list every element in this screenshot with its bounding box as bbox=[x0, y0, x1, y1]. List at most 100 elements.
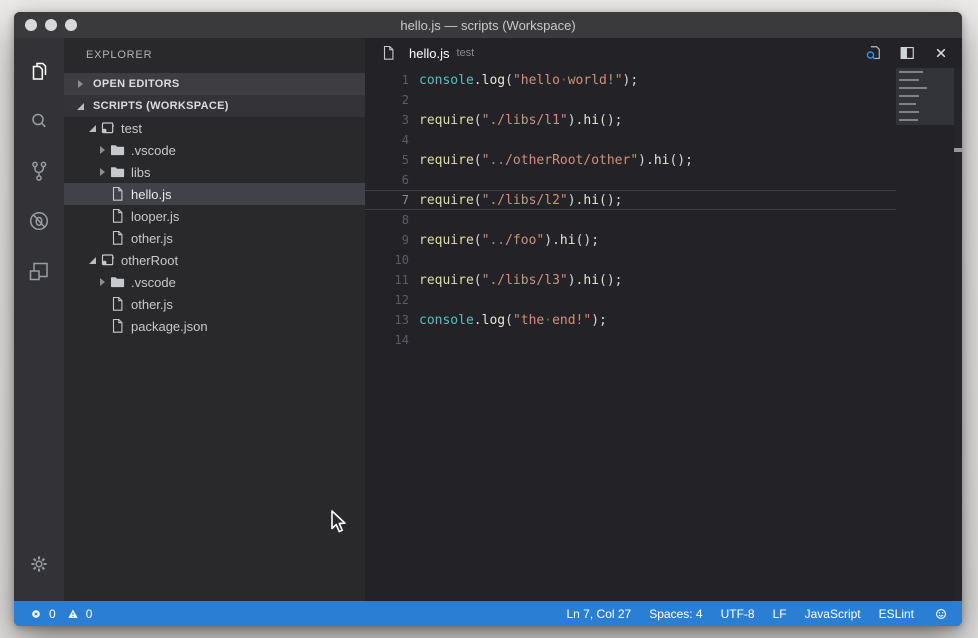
code-line-13[interactable]: 13console.log("the·end!"); bbox=[365, 310, 896, 330]
files-activity-item[interactable] bbox=[14, 46, 64, 96]
tab-hello-js[interactable]: hello.js test bbox=[365, 38, 486, 68]
status-encoding[interactable]: UTF-8 bbox=[721, 607, 755, 621]
code-editor[interactable]: 1console.log("hello·world!");23require("… bbox=[365, 68, 962, 601]
code-line-8[interactable]: 8 bbox=[365, 210, 896, 230]
scrollbar-handle[interactable] bbox=[954, 148, 962, 152]
minimap[interactable] bbox=[896, 68, 954, 601]
code-line-6[interactable]: 6 bbox=[365, 170, 896, 190]
status-bar: 0 0 Ln 7, Col 27 Spaces: 4 UTF-8 LF JavaScri… bbox=[14, 601, 962, 626]
code-line-11[interactable]: 11require("./libs/l3").hi(); bbox=[365, 270, 896, 290]
source-control-icon bbox=[27, 159, 51, 183]
zoom-window-button[interactable] bbox=[65, 19, 77, 31]
code-line-5[interactable]: 5require("../otherRoot/other").hi(); bbox=[365, 150, 896, 170]
open-editors-section-header[interactable]: OPEN EDITORS bbox=[64, 73, 365, 95]
search-activity-item[interactable] bbox=[14, 96, 64, 146]
file-icon bbox=[109, 186, 126, 202]
code-line-1[interactable]: 1console.log("hello·world!"); bbox=[365, 70, 896, 90]
code-text: require("./libs/l1").hi(); bbox=[419, 113, 623, 128]
tree-item-label: package.json bbox=[131, 319, 208, 334]
workspace-section-header[interactable]: SCRIPTS (WORKSPACE) bbox=[64, 95, 365, 117]
extensions-activity-item[interactable] bbox=[14, 246, 64, 296]
chevron-expanded-icon bbox=[85, 125, 99, 132]
status-eol[interactable]: LF bbox=[773, 607, 787, 621]
code-line-7[interactable]: 7require("./libs/l2").hi(); bbox=[365, 190, 896, 210]
vscode-window: hello.js — scripts (Workspace) EXPLORER … bbox=[14, 12, 962, 626]
window-controls bbox=[25, 12, 77, 38]
tree-item-other.js[interactable]: other.js bbox=[64, 293, 365, 315]
minimize-window-button[interactable] bbox=[45, 19, 57, 31]
line-number: 6 bbox=[365, 173, 419, 187]
tree-item-.vscode[interactable]: .vscode bbox=[64, 139, 365, 161]
minimap-line bbox=[899, 95, 919, 97]
split-editor-button[interactable] bbox=[894, 41, 920, 65]
code-line-4[interactable]: 4 bbox=[365, 130, 896, 150]
file-icon bbox=[109, 230, 126, 246]
root-folder-icon bbox=[99, 120, 116, 136]
tree-item-hello.js[interactable]: hello.js bbox=[64, 183, 365, 205]
warning-count: 0 bbox=[86, 607, 93, 621]
problems-indicator[interactable]: 0 0 bbox=[28, 606, 92, 622]
tree-item-test[interactable]: test bbox=[64, 117, 365, 139]
tab-title: hello.js bbox=[409, 46, 449, 61]
find-doc-button[interactable] bbox=[860, 41, 886, 65]
tree-item-label: other.js bbox=[131, 231, 173, 246]
minimap-slider[interactable] bbox=[896, 68, 954, 125]
tree-item-otherRoot[interactable]: otherRoot bbox=[64, 249, 365, 271]
tree-item-package.json[interactable]: package.json bbox=[64, 315, 365, 337]
tree-item-label: test bbox=[121, 121, 142, 136]
open-editors-label: OPEN EDITORS bbox=[93, 78, 180, 90]
status-indentation[interactable]: Spaces: 4 bbox=[649, 607, 702, 621]
code-line-2[interactable]: 2 bbox=[365, 90, 896, 110]
line-number: 13 bbox=[365, 313, 419, 327]
folder-icon bbox=[109, 142, 126, 158]
debug-disabled-activity-item[interactable] bbox=[14, 196, 64, 246]
code-line-14[interactable]: 14 bbox=[365, 330, 896, 350]
status-language-mode[interactable]: JavaScript bbox=[805, 607, 861, 621]
tree-item-label: .vscode bbox=[131, 143, 176, 158]
files-icon bbox=[27, 59, 51, 83]
line-number: 8 bbox=[365, 213, 419, 227]
tree-item-looper.js[interactable]: looper.js bbox=[64, 205, 365, 227]
folder-icon bbox=[109, 164, 126, 180]
file-icon bbox=[109, 318, 126, 334]
status-eslint[interactable]: ESLint bbox=[879, 607, 914, 621]
code-text: require("./libs/l2").hi(); bbox=[419, 193, 623, 208]
minimap-line bbox=[899, 103, 916, 105]
code-text: require("../otherRoot/other").hi(); bbox=[419, 153, 693, 168]
tree-item-.vscode[interactable]: .vscode bbox=[64, 271, 365, 293]
split-editor-icon bbox=[897, 43, 917, 63]
code-line-3[interactable]: 3require("./libs/l1").hi(); bbox=[365, 110, 896, 130]
settings-gear-button[interactable] bbox=[14, 539, 64, 589]
window-title: hello.js — scripts (Workspace) bbox=[14, 18, 962, 33]
warning-icon bbox=[65, 606, 81, 622]
editor-scrollbar[interactable] bbox=[954, 68, 962, 601]
tree-item-label: otherRoot bbox=[121, 253, 178, 268]
code-line-12[interactable]: 12 bbox=[365, 290, 896, 310]
code-text: console.log("hello·world!"); bbox=[419, 73, 638, 88]
gear-icon bbox=[28, 553, 50, 575]
line-number: 4 bbox=[365, 133, 419, 147]
line-number: 12 bbox=[365, 293, 419, 307]
code-line-10[interactable]: 10 bbox=[365, 250, 896, 270]
close-window-button[interactable] bbox=[25, 19, 37, 31]
editor-group: hello.js test 1console.log("hello·world!… bbox=[365, 38, 962, 601]
line-number: 5 bbox=[365, 153, 419, 167]
source-control-activity-item[interactable] bbox=[14, 146, 64, 196]
line-number: 11 bbox=[365, 273, 419, 287]
chevron-right-icon bbox=[95, 146, 109, 154]
line-number: 14 bbox=[365, 333, 419, 347]
file-icon bbox=[109, 208, 126, 224]
tree-item-other.js[interactable]: other.js bbox=[64, 227, 365, 249]
code-line-9[interactable]: 9require("../foo").hi(); bbox=[365, 230, 896, 250]
feedback-smiley-button[interactable] bbox=[932, 605, 950, 623]
tree-item-libs[interactable]: libs bbox=[64, 161, 365, 183]
search-icon bbox=[27, 109, 51, 133]
extensions-icon bbox=[27, 259, 51, 283]
chevron-right-icon bbox=[95, 168, 109, 176]
file-icon bbox=[109, 296, 126, 312]
status-cursor-position[interactable]: Ln 7, Col 27 bbox=[567, 607, 632, 621]
close-tab-button[interactable] bbox=[928, 41, 954, 65]
line-number: 10 bbox=[365, 253, 419, 267]
minimap-line bbox=[899, 71, 923, 73]
folder-icon bbox=[109, 274, 126, 290]
